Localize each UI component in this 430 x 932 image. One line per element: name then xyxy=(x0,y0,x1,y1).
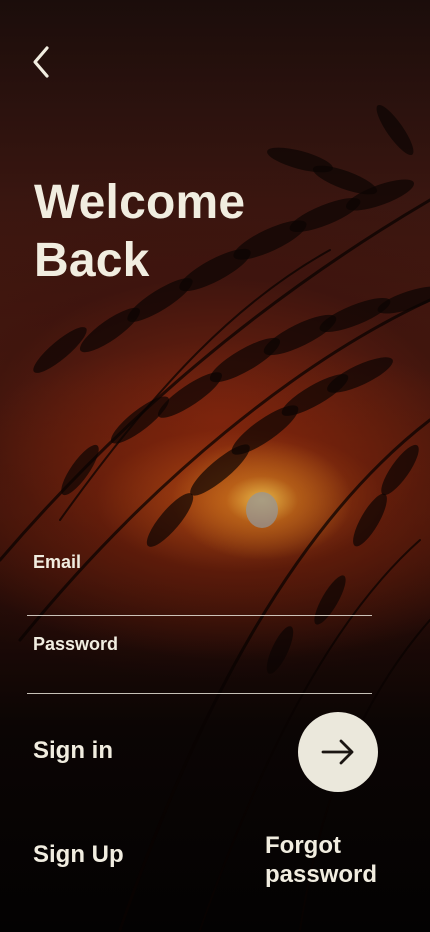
forgot-password-link[interactable]: Forgot password xyxy=(265,831,405,889)
email-label: Email xyxy=(33,552,82,572)
chevron-left-icon xyxy=(33,46,49,78)
password-field[interactable] xyxy=(27,660,372,694)
sign-in-label: Sign in xyxy=(33,737,113,764)
background-photo xyxy=(0,0,430,932)
password-field-group: Password xyxy=(27,632,372,702)
email-field-group: Email xyxy=(27,550,372,620)
password-label: Password xyxy=(33,634,119,654)
sign-in-button[interactable] xyxy=(298,712,378,792)
rice-stalks-silhouette xyxy=(0,105,430,932)
forgot-password-line-2: password xyxy=(265,861,378,888)
back-button[interactable] xyxy=(24,42,58,82)
arrow-right-icon xyxy=(321,739,354,765)
sign-up-link[interactable]: Sign Up xyxy=(33,841,124,869)
page-title: Welcome Back xyxy=(34,174,245,290)
forgot-password-line-1: Forgot xyxy=(265,832,341,859)
title-line-1: Welcome xyxy=(34,176,246,229)
email-field[interactable] xyxy=(27,582,372,616)
title-line-2: Back xyxy=(34,234,150,287)
